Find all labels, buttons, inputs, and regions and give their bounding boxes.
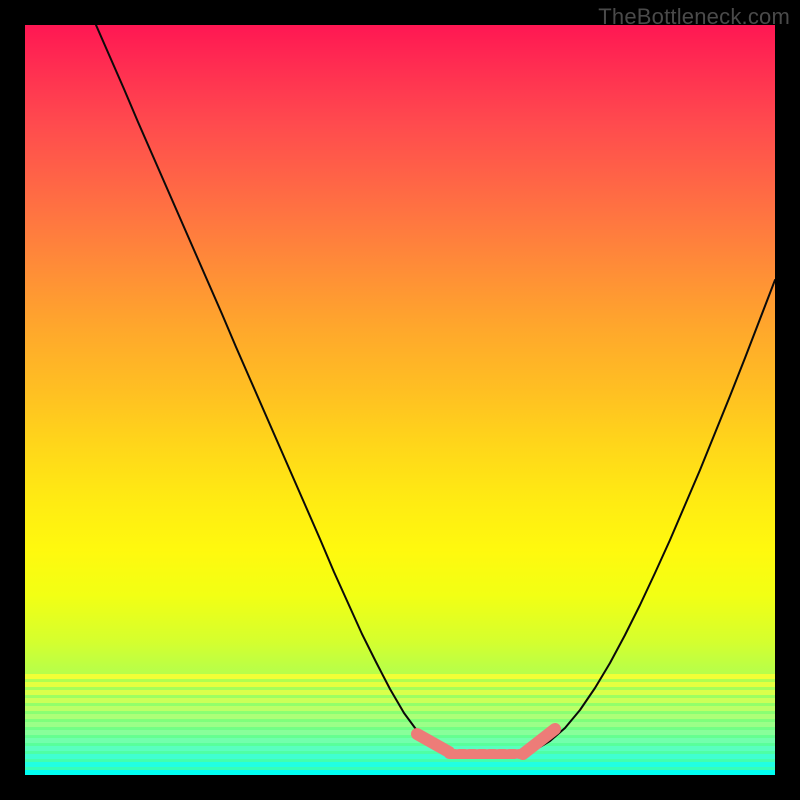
- bottleneck-curve: [96, 25, 775, 754]
- tolerance-left: [417, 734, 449, 752]
- watermark-text: TheBottleneck.com: [598, 4, 790, 30]
- curve-svg: [25, 25, 775, 775]
- bottleneck-chart: [25, 25, 775, 775]
